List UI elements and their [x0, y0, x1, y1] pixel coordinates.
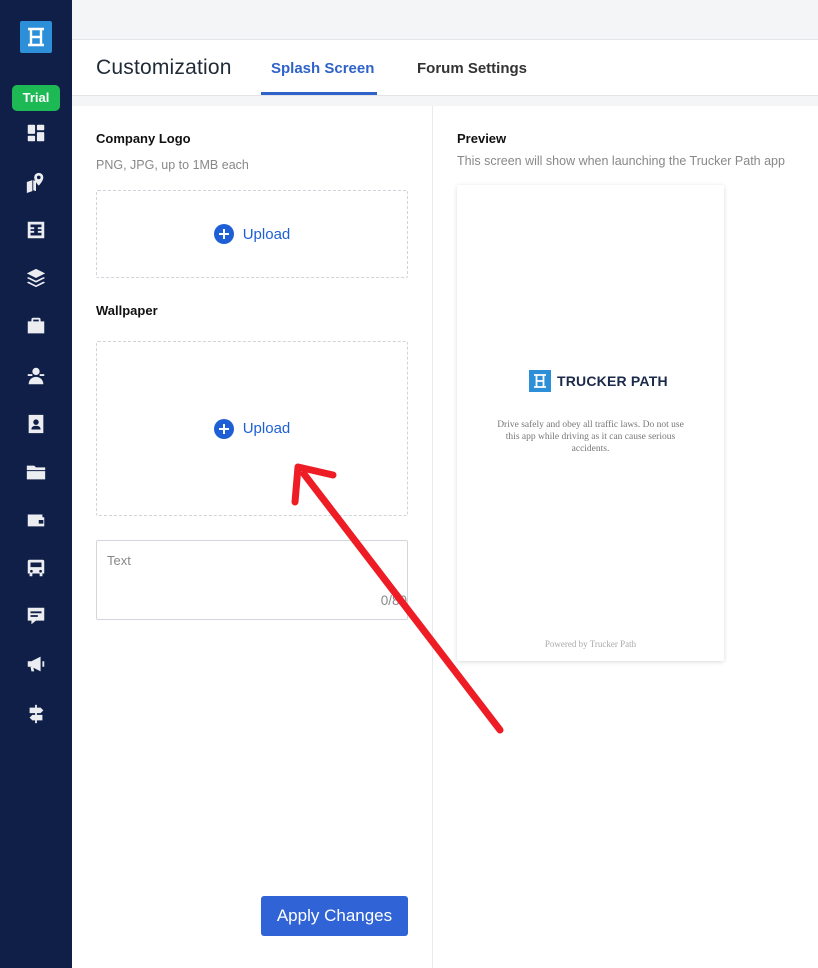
plus-icon [213, 224, 234, 244]
dashboard-icon[interactable] [24, 121, 48, 145]
company-logo-hint: PNG, JPG, up to 1MB each [96, 158, 249, 172]
preview-title: Preview [457, 131, 507, 146]
tab-splash-screen[interactable]: Splash Screen [271, 60, 374, 77]
tab-forum-settings[interactable]: Forum Settings [417, 60, 527, 77]
layers-icon[interactable] [24, 266, 48, 290]
signpost-icon[interactable] [24, 702, 48, 726]
logo-grid-icon[interactable] [24, 218, 48, 242]
wallpaper-upload[interactable]: Upload [96, 341, 408, 516]
company-logo-label: Company Logo [96, 131, 191, 146]
powered-by-text: Powered by Trucker Path [544, 639, 637, 649]
page-title: Customization [96, 56, 232, 79]
header-separator [72, 96, 818, 106]
panel-divider [432, 106, 433, 968]
contact-card-icon[interactable] [24, 412, 48, 436]
upload-label: Upload [242, 420, 291, 437]
megaphone-icon[interactable] [24, 652, 48, 676]
preview-description: This screen will show when launching the… [457, 154, 785, 168]
folder-icon[interactable] [24, 460, 48, 484]
text-placeholder: Text [107, 553, 131, 568]
app-logo-icon[interactable] [20, 21, 52, 53]
splash-text-input[interactable]: Text 0/80 [96, 540, 408, 620]
active-tab-indicator [261, 92, 377, 95]
truck-icon[interactable] [24, 556, 48, 580]
page-header: Customization Splash Screen Forum Settin… [72, 40, 818, 96]
top-bar [72, 0, 818, 40]
plus-icon [213, 418, 234, 439]
apply-changes-button[interactable]: Apply Changes [261, 896, 408, 936]
character-counter: 0/80 [380, 593, 407, 608]
briefcase-icon[interactable] [24, 314, 48, 338]
wallpaper-label: Wallpaper [96, 303, 158, 318]
brand-name: TRUCKER PATH [557, 373, 668, 389]
trucker-path-logo-icon [529, 370, 551, 392]
sidebar: Trial [0, 0, 72, 968]
wallet-icon[interactable] [24, 508, 48, 532]
driver-icon[interactable] [24, 364, 48, 388]
trucker-path-logo: TRUCKER PATH [529, 370, 668, 392]
trial-badge[interactable]: Trial [12, 85, 60, 111]
safety-disclaimer: Drive safely and obey all traffic laws. … [497, 420, 684, 454]
splash-preview: TRUCKER PATH Drive safely and obey all t… [457, 185, 724, 661]
message-icon[interactable] [24, 604, 48, 628]
map-pin-icon[interactable] [24, 170, 48, 194]
company-logo-upload[interactable]: Upload [96, 190, 408, 278]
upload-label: Upload [242, 225, 291, 243]
